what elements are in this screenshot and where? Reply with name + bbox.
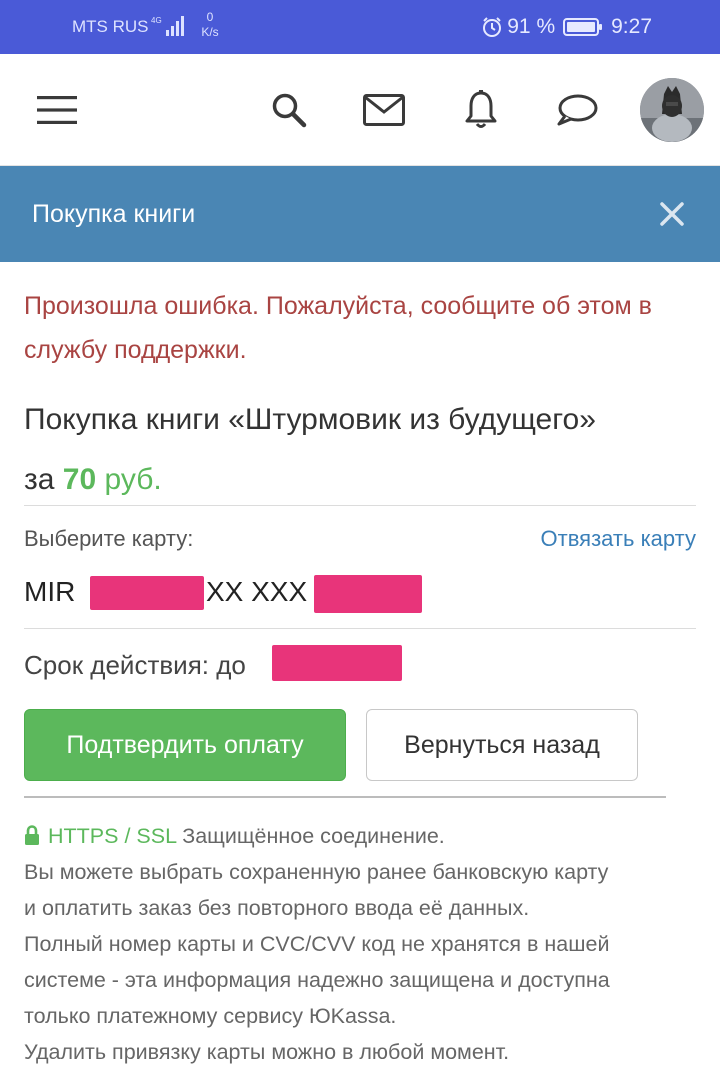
confirm-payment-button[interactable]: Подтвердить оплату [24,709,346,781]
purchase-title: Покупка книги «Штурмовик из будущего» за… [24,390,696,510]
error-message: Произошла ошибка. Пожалуйста, сообщите о… [24,292,652,364]
card-prefix: MIR [24,576,76,607]
secure-connection-text: Защищённое соединение. [182,824,445,848]
network-speed: 0 K/s [197,10,223,40]
search-button[interactable] [262,54,316,166]
choose-card-label: Выберите карту: [24,526,194,551]
go-back-button[interactable]: Вернуться назад [366,709,638,781]
expiry-label: Срок действия: до [24,650,246,680]
close-icon [660,202,684,226]
signal-icon: 4G [151,16,184,36]
status-bar: MTS RUS 4G 0 K/s 91 % 9:27 [0,0,720,54]
info-line: системе - эта информация надежно защищен… [24,968,610,992]
battery-icon [563,18,603,36]
divider [24,796,666,798]
bell-icon [465,90,497,128]
menu-button[interactable] [30,54,84,166]
redaction-mark [272,645,402,681]
info-line: и оплатить заказ без повторного ввода её… [24,896,530,920]
search-icon [272,93,307,128]
price-currency: руб. [104,463,162,496]
speed-value: 0 [206,10,214,24]
info-line: только платежному сервису ЮKassa. [24,1004,397,1028]
avatar-image [640,78,704,142]
divider [24,628,696,629]
carrier-name: MTS RUS [72,17,149,36]
divider [24,505,696,506]
ssl-label: HTTPS / SSL [48,824,177,848]
close-button[interactable] [652,194,692,234]
card-number[interactable]: MIR XX XXX [24,567,696,617]
chat-button[interactable] [548,54,606,166]
card-masked-digits: XX XXX [206,576,308,607]
info-line: Полный номер карты и CVC/CVV код не хран… [24,932,610,956]
info-line: Удалить привязку карты можно в любой мом… [24,1040,510,1064]
info-line: Вы можете выбрать сохраненную ранее банк… [24,860,609,884]
modal-title: Покупка книги [32,200,196,228]
card-expiry: Срок действия: до [24,640,696,690]
alarm-icon [483,17,502,37]
user-avatar[interactable] [640,78,704,142]
price: 70 руб. [63,463,162,496]
battery-percent: 91 % [507,15,556,38]
notifications-button[interactable] [454,54,508,166]
redaction-mark [314,575,422,613]
security-info: HTTPS / SSL Защищённое соединение. Вы мо… [24,818,714,1070]
redaction-mark [90,576,204,610]
lock-icon [25,825,39,845]
purchase-book-title: Покупка книги «Штурмовик из будущего» [24,403,596,436]
modal-header: Покупка книги [0,166,720,262]
svg-text:4G: 4G [151,16,162,25]
unlink-card-link[interactable]: Отвязать карту [541,524,696,554]
price-amount: 70 [62,463,97,496]
mail-button[interactable] [356,54,412,166]
status-right: 91 % 9:27 [481,14,652,40]
purchase-for: за [24,463,55,496]
speed-unit: K/s [201,25,219,39]
ssl-line: HTTPS / SSL Защищённое соединение. [24,818,714,854]
app-header [0,54,720,166]
chat-icon [557,94,598,126]
mail-icon [363,94,405,126]
clock: 9:27 [611,15,652,38]
menu-icon [37,96,77,124]
